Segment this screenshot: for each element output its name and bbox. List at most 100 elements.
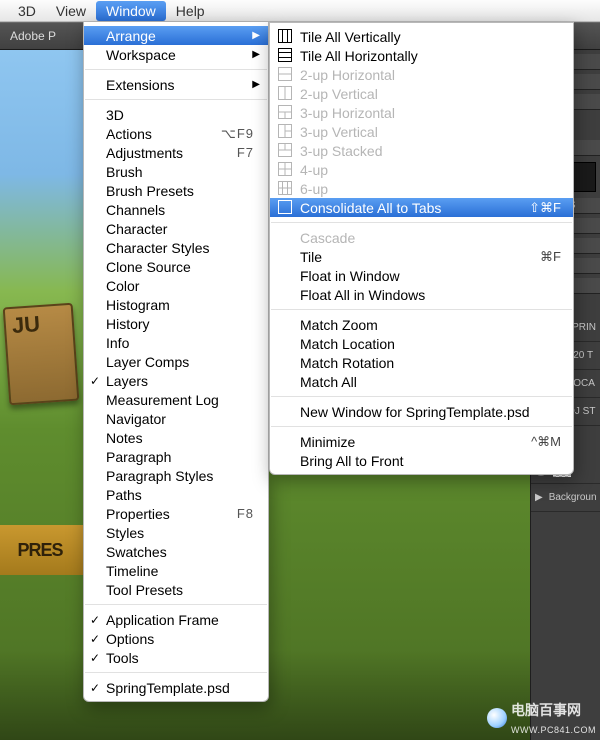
menuitem[interactable]: ✓Options [84,629,268,648]
menuitem[interactable]: Match Location [270,334,573,353]
menuitem[interactable]: Float in Window [270,266,573,285]
menuitem-label: Character [106,221,167,237]
menuitem[interactable]: Layer Comps [84,352,268,371]
menuitem[interactable]: Histogram [84,295,268,314]
layout-icon [278,124,292,138]
menuitem[interactable]: Paragraph Styles [84,466,268,485]
menuitem[interactable]: Info [84,333,268,352]
menu-view[interactable]: View [46,1,96,21]
menuitem[interactable]: Bring All to Front [270,451,573,470]
menuitem-label: Channels [106,202,165,218]
menu-separator [85,99,267,100]
menuitem-arrange[interactable]: Arrange▶ [84,26,268,45]
menuitem[interactable]: Float All in Windows [270,285,573,304]
menuitem[interactable]: Paths [84,485,268,504]
layer-row[interactable]: ▶Backgroun [531,484,600,512]
submenu-arrow-icon: ▶ [252,30,260,41]
menuitem: 4-up [270,160,573,179]
disclosure-triangle-icon[interactable]: ▶ [535,492,543,503]
menuitem[interactable]: Minimize ^⌘M [270,432,573,451]
menuitem[interactable]: ✓ Layers [84,371,268,390]
menuitem-extensions[interactable]: Extensions▶ [84,75,268,94]
menuitem-label: Float in Window [300,268,400,284]
menuitem[interactable]: AdjustmentsF7 [84,143,268,162]
menuitem-label: Swatches [106,544,167,560]
menuitem-label: 3-up Horizontal [300,105,395,121]
check-icon: ✓ [90,681,100,695]
menuitem-label: Match Location [300,336,395,352]
watermark: 电脑百事网 WWW.PC841.COM [487,700,596,736]
menuitem-label: Notes [106,430,143,446]
menuitem-label: Options [106,631,154,647]
menuitem-label: Match All [300,374,357,390]
menuitem[interactable]: Tile All Vertically [270,27,573,46]
layout-icon [278,86,292,100]
menuitem[interactable]: Match All [270,372,573,391]
menuitem-label: 4-up [300,162,328,178]
menuitem-label: Minimize [300,434,355,450]
menuitem-label: Timeline [106,563,158,579]
menuitem[interactable]: Navigator [84,409,268,428]
menuitem: 3-up Stacked [270,141,573,160]
shortcut-label: ⌘F [540,249,561,265]
menu-window[interactable]: Window [96,1,166,21]
menuitem[interactable]: PropertiesF8 [84,504,268,523]
menuitem[interactable]: Character Styles [84,238,268,257]
menuitem-label: Paragraph [106,449,171,465]
menuitem-label: Layers [106,373,148,389]
menu-help[interactable]: Help [166,1,215,21]
menuitem[interactable]: Tool Presets [84,580,268,599]
menu-separator [271,309,572,310]
menuitem[interactable]: Color [84,276,268,295]
menuitem[interactable]: Paragraph [84,447,268,466]
menuitem-label: Tile All Horizontally [300,48,418,64]
menuitem[interactable]: Channels [84,200,268,219]
menuitem-label: 6-up [300,181,328,197]
menuitem[interactable]: Consolidate All to Tabs⇧⌘F [270,198,573,217]
menuitem[interactable]: Character [84,219,268,238]
menuitem[interactable]: Clone Source [84,257,268,276]
menuitem[interactable]: Styles [84,523,268,542]
menuitem[interactable]: Match Zoom [270,315,573,334]
menuitem: 2-up Horizontal [270,65,573,84]
menuitem-label: Info [106,335,129,351]
check-icon: ✓ [90,374,100,388]
menuitem-label: Adjustments [106,145,183,161]
menuitem-label: Color [106,278,139,294]
menu-separator [271,396,572,397]
menuitem[interactable]: Swatches [84,542,268,561]
menuitem-label: 3D [106,107,124,123]
menuitem[interactable]: Match Rotation [270,353,573,372]
menuitem-label: Tools [106,650,139,666]
menuitem-open-doc[interactable]: ✓ SpringTemplate.psd [84,678,268,697]
menuitem-workspace[interactable]: Workspace▶ [84,45,268,64]
shortcut-label: ⌥F9 [221,126,254,142]
shortcut-label: ^⌘M [531,434,561,450]
menuitem-label: Application Frame [106,612,219,628]
window-menu-dropdown: Arrange▶ Workspace▶ Extensions▶ 3DAction… [83,22,269,702]
menuitem-label: Styles [106,525,144,541]
menuitem[interactable]: Brush [84,162,268,181]
menuitem[interactable]: History [84,314,268,333]
menuitem[interactable]: Timeline [84,561,268,580]
menuitem[interactable]: Tile All Horizontally [270,46,573,65]
menuitem: 3-up Vertical [270,122,573,141]
layout-icon [278,105,292,119]
menuitem[interactable]: Measurement Log [84,390,268,409]
menuitem-label: Brush Presets [106,183,194,199]
menuitem[interactable]: Tile⌘F [270,247,573,266]
menuitem[interactable]: ✓Application Frame [84,610,268,629]
menuitem[interactable]: ✓Tools [84,648,268,667]
menuitem[interactable]: Notes [84,428,268,447]
menuitem[interactable]: Brush Presets [84,181,268,200]
menuitem-label: Clone Source [106,259,191,275]
menuitem-new-window[interactable]: New Window for SpringTemplate.psd [270,402,573,421]
menu-3d[interactable]: 3D [8,1,46,21]
menuitem[interactable]: 3D [84,105,268,124]
mac-menubar: 3D View Window Help [0,0,600,22]
wooden-sign: JU [3,303,80,406]
menuitem-label: Consolidate All to Tabs [300,200,441,216]
menuitem-label: Tool Presets [106,582,183,598]
menuitem-label: Paragraph Styles [106,468,213,484]
menuitem[interactable]: Actions⌥F9 [84,124,268,143]
